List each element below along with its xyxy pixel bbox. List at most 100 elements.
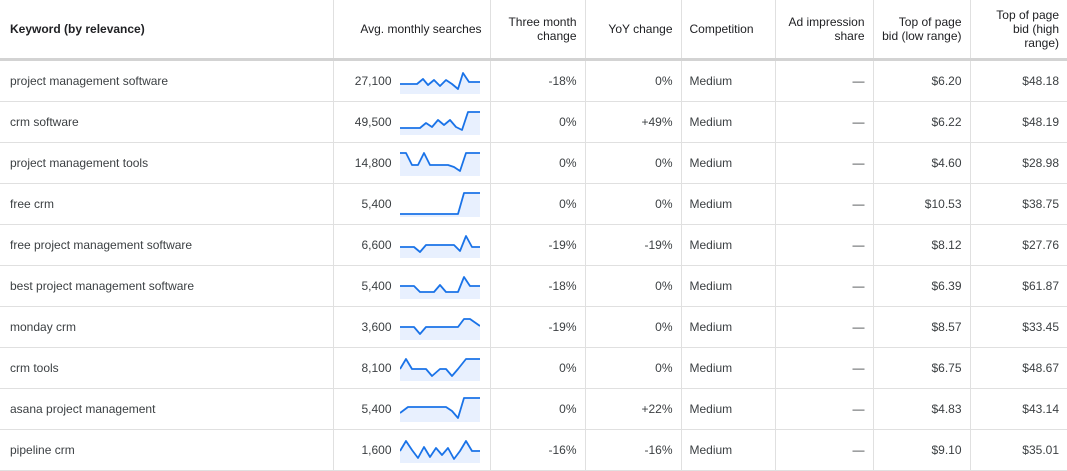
table-row[interactable]: project management software 27,100 -18% … — [0, 59, 1067, 102]
table-row[interactable]: crm tools 8,100 0% 0% Medium — $6.75 $48… — [0, 347, 1067, 389]
column-header-keyword[interactable]: Keyword (by relevance) — [0, 0, 334, 60]
keyword-cell[interactable]: crm tools — [0, 347, 334, 389]
trend-sparkline[interactable] — [399, 437, 480, 463]
column-header-bid-low[interactable]: Top of page bid (low range) — [873, 0, 971, 60]
table-row[interactable]: project management tools 14,800 0% 0% Me… — [0, 142, 1067, 184]
bid-low-cell: $9.10 — [873, 429, 971, 471]
avg-searches-value: 27,100 — [354, 74, 392, 88]
avg-searches-cell: 6,600 — [333, 224, 491, 266]
yoy-change-cell: -19% — [585, 224, 682, 266]
ad-impression-share-cell: — — [775, 265, 874, 307]
three-month-change-cell: 0% — [490, 347, 586, 389]
avg-searches-cell: 5,400 — [333, 265, 491, 307]
three-month-change-cell: 0% — [490, 388, 586, 430]
trend-sparkline[interactable] — [399, 232, 480, 258]
bid-low-cell: $4.83 — [873, 388, 971, 430]
competition-cell: Medium — [681, 183, 776, 225]
three-month-change-cell: 0% — [490, 142, 586, 184]
competition-cell: Medium — [681, 142, 776, 184]
keyword-cell[interactable]: free crm — [0, 183, 334, 225]
competition-cell: Medium — [681, 347, 776, 389]
ad-impression-share-cell: — — [775, 142, 874, 184]
table-row[interactable]: asana project management 5,400 0% +22% M… — [0, 388, 1067, 430]
competition-cell: Medium — [681, 101, 776, 143]
table-row[interactable]: free crm 5,400 0% 0% Medium — $10.53 $38… — [0, 183, 1067, 225]
trend-sparkline[interactable] — [399, 314, 480, 340]
avg-searches-cell: 3,600 — [333, 306, 491, 348]
table-header-row: Keyword (by relevance) Avg. monthly sear… — [0, 0, 1067, 60]
trend-sparkline[interactable] — [399, 355, 480, 381]
column-header-yoy-change[interactable]: YoY change — [585, 0, 682, 60]
yoy-change-cell: -16% — [585, 429, 682, 471]
yoy-change-cell: +22% — [585, 388, 682, 430]
bid-high-cell: $48.19 — [970, 101, 1067, 143]
table-row[interactable]: pipeline crm 1,600 -16% -16% Medium — $9… — [0, 429, 1067, 471]
bid-high-cell: $38.75 — [970, 183, 1067, 225]
three-month-change-cell: -19% — [490, 224, 586, 266]
avg-searches-cell: 49,500 — [333, 101, 491, 143]
three-month-change-cell: 0% — [490, 183, 586, 225]
bid-high-cell: $48.67 — [970, 347, 1067, 389]
yoy-change-cell: 0% — [585, 183, 682, 225]
bid-high-cell: $33.45 — [970, 306, 1067, 348]
competition-cell: Medium — [681, 265, 776, 307]
avg-searches-cell: 1,600 — [333, 429, 491, 471]
bid-high-cell: $35.01 — [970, 429, 1067, 471]
bid-low-cell: $6.20 — [873, 59, 971, 102]
yoy-change-cell: 0% — [585, 306, 682, 348]
yoy-change-cell: +49% — [585, 101, 682, 143]
bid-low-cell: $4.60 — [873, 142, 971, 184]
trend-sparkline[interactable] — [399, 396, 480, 422]
keyword-cell[interactable]: pipeline crm — [0, 429, 334, 471]
avg-searches-value: 8,100 — [361, 361, 392, 375]
trend-sparkline[interactable] — [399, 150, 480, 176]
avg-searches-cell: 14,800 — [333, 142, 491, 184]
table-row[interactable]: crm software 49,500 0% +49% Medium — $6.… — [0, 101, 1067, 143]
bid-low-cell: $8.57 — [873, 306, 971, 348]
keyword-cell[interactable]: project management tools — [0, 142, 334, 184]
yoy-change-cell: 0% — [585, 265, 682, 307]
competition-cell: Medium — [681, 429, 776, 471]
keyword-ideas-table: Keyword (by relevance) Avg. monthly sear… — [0, 0, 1067, 471]
table-body: project management software 27,100 -18% … — [0, 59, 1067, 471]
bid-high-cell: $48.18 — [970, 59, 1067, 102]
avg-searches-cell: 5,400 — [333, 183, 491, 225]
column-header-three-month-change[interactable]: Three month change — [490, 0, 586, 60]
bid-low-cell: $6.39 — [873, 265, 971, 307]
keyword-cell[interactable]: crm software — [0, 101, 334, 143]
avg-searches-value: 5,400 — [361, 402, 392, 416]
bid-low-cell: $8.12 — [873, 224, 971, 266]
trend-sparkline[interactable] — [399, 109, 480, 135]
avg-searches-value: 1,600 — [361, 443, 392, 457]
keyword-cell[interactable]: monday crm — [0, 306, 334, 348]
keyword-cell[interactable]: project management software — [0, 59, 334, 102]
bid-high-cell: $28.98 — [970, 142, 1067, 184]
three-month-change-cell: -18% — [490, 59, 586, 102]
competition-cell: Medium — [681, 388, 776, 430]
competition-cell: Medium — [681, 306, 776, 348]
avg-searches-value: 5,400 — [361, 279, 392, 293]
column-header-competition[interactable]: Competition — [681, 0, 776, 60]
trend-sparkline[interactable] — [399, 191, 480, 217]
avg-searches-value: 49,500 — [354, 115, 392, 129]
bid-low-cell: $10.53 — [873, 183, 971, 225]
yoy-change-cell: 0% — [585, 142, 682, 184]
table-row[interactable]: free project management software 6,600 -… — [0, 224, 1067, 266]
column-header-avg-monthly-searches[interactable]: Avg. monthly searches — [333, 0, 491, 60]
three-month-change-cell: 0% — [490, 101, 586, 143]
keyword-cell[interactable]: free project management software — [0, 224, 334, 266]
table-row[interactable]: best project management software 5,400 -… — [0, 265, 1067, 307]
ad-impression-share-cell: — — [775, 101, 874, 143]
trend-sparkline[interactable] — [399, 68, 480, 94]
bid-low-cell: $6.75 — [873, 347, 971, 389]
avg-searches-value: 14,800 — [354, 156, 392, 170]
competition-cell: Medium — [681, 224, 776, 266]
keyword-cell[interactable]: asana project management — [0, 388, 334, 430]
table-row[interactable]: monday crm 3,600 -19% 0% Medium — $8.57 … — [0, 306, 1067, 348]
column-header-bid-high[interactable]: Top of page bid (high range) — [970, 0, 1067, 60]
column-header-ad-impression-share[interactable]: Ad impression share — [775, 0, 874, 60]
keyword-cell[interactable]: best project management software — [0, 265, 334, 307]
three-month-change-cell: -18% — [490, 265, 586, 307]
trend-sparkline[interactable] — [399, 273, 480, 299]
avg-searches-cell: 27,100 — [333, 59, 491, 102]
